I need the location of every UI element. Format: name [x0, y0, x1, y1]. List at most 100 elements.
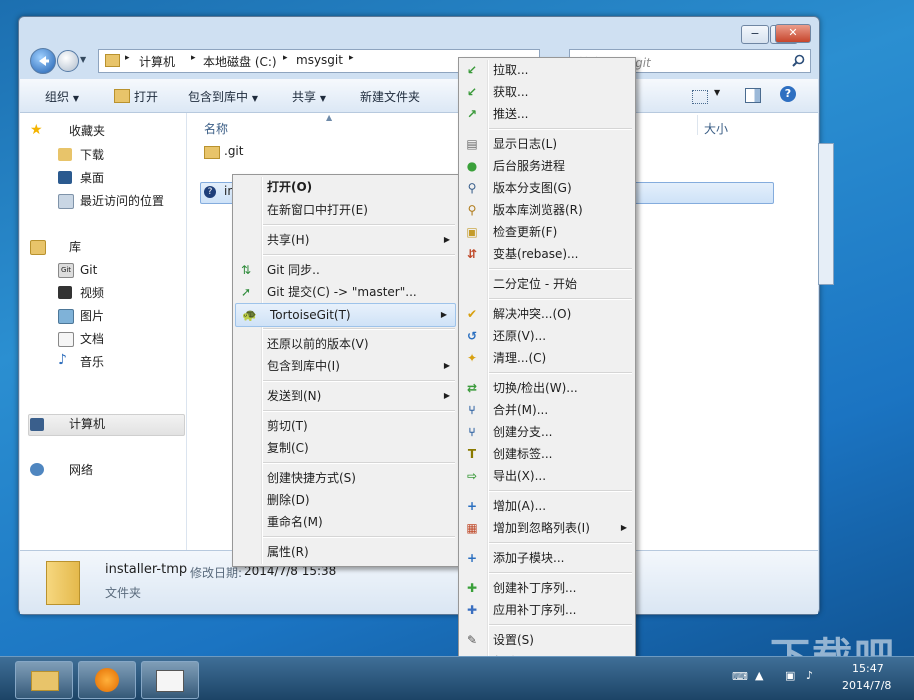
- view-options-dropdown-icon[interactable]: ▼: [714, 88, 720, 97]
- context-menu-item[interactable]: 复制(C): [233, 437, 458, 459]
- tortoisegit-menu-item[interactable]: ✔ 解决冲突...(O): [459, 303, 635, 325]
- nav-music[interactable]: 音乐: [80, 353, 104, 371]
- taskbar-media-player-button[interactable]: [78, 661, 136, 699]
- nav-git[interactable]: Git: [80, 261, 97, 279]
- context-menu-item-label: 剪切(T): [267, 419, 308, 433]
- minimize-button[interactable]: −: [741, 25, 769, 44]
- help-icon[interactable]: ?: [780, 86, 796, 102]
- tortoisegit-menu-item-label: 检查更新(F): [493, 225, 558, 239]
- taskbar-window-button[interactable]: [141, 661, 199, 699]
- menu-separator: [489, 128, 632, 130]
- column-header-size[interactable]: 大小: [704, 120, 728, 137]
- tortoisegit-menu-item[interactable]: ✚ 应用补丁序列...: [459, 599, 635, 621]
- nav-favorites[interactable]: 收藏夹: [69, 122, 105, 140]
- tortoisegit-menu-item[interactable]: 二分定位 - 开始: [459, 273, 635, 295]
- new-folder-button[interactable]: 新建文件夹: [360, 89, 420, 105]
- column-header-name[interactable]: 名称: [204, 120, 228, 137]
- context-menu-item[interactable]: 重命名(M): [233, 511, 458, 533]
- check-updates-icon: ▣: [466, 225, 478, 239]
- tortoisegit-menu-item[interactable]: ⚲ 版本库浏览器(R): [459, 199, 635, 221]
- recent-pages-dropdown-icon[interactable]: ▼: [80, 55, 86, 64]
- context-menu-item[interactable]: 属性(R): [233, 541, 458, 563]
- organize-button[interactable]: 组织 ▼: [45, 89, 79, 105]
- tortoisegit-menu-item[interactable]: ↗ 推送...: [459, 103, 635, 125]
- context-menu-item[interactable]: 打开(O): [233, 176, 458, 198]
- tray-date[interactable]: 2014/7/8: [842, 679, 891, 692]
- tortoisegit-menu-item[interactable]: ⇵ 变基(rebase)...: [459, 243, 635, 265]
- breadcrumb-separator: ▸: [191, 53, 196, 63]
- tortoisegit-menu-item[interactable]: ● 后台服务进程: [459, 155, 635, 177]
- context-menu-item[interactable]: 🐢 TortoiseGit(T) ▶: [235, 303, 456, 327]
- nav-computer[interactable]: 计算机: [69, 415, 105, 433]
- rebase-icon: ⇵: [466, 247, 478, 261]
- context-menu-item[interactable]: 在新窗口中打开(E): [233, 199, 458, 221]
- search-icon[interactable]: [792, 54, 805, 67]
- settings-icon: ✎: [466, 633, 478, 647]
- context-menu-item[interactable]: 剪切(T): [233, 415, 458, 437]
- volume-icon[interactable]: ♪: [806, 669, 813, 682]
- nav-downloads[interactable]: 下载: [80, 146, 104, 164]
- show-hidden-icons-icon[interactable]: ▲: [755, 669, 763, 682]
- keyboard-icon[interactable]: ⌨: [732, 670, 748, 683]
- tortoisegit-menu-item[interactable]: ✚ 创建补丁序列...: [459, 577, 635, 599]
- nav-documents[interactable]: 文档: [80, 330, 104, 348]
- tortoisegit-menu-item[interactable]: + 添加子模块...: [459, 547, 635, 569]
- context-menu-item[interactable]: ⇅ Git 同步..: [233, 259, 458, 281]
- nav-network[interactable]: 网络: [69, 461, 93, 479]
- context-menu-item[interactable]: 还原以前的版本(V): [233, 333, 458, 355]
- breadcrumb-msysgit[interactable]: msysgit: [296, 53, 343, 67]
- tortoisegit-menu-item[interactable]: ⑂ 合并(M)...: [459, 399, 635, 421]
- share-button[interactable]: 共享 ▼: [292, 89, 326, 105]
- view-options-icon[interactable]: [692, 90, 708, 104]
- documents-icon: [58, 332, 74, 347]
- tortoisegit-menu-item[interactable]: T 创建标签...: [459, 443, 635, 465]
- preview-pane-icon[interactable]: [745, 88, 761, 103]
- tray-time[interactable]: 15:47: [852, 662, 884, 675]
- tortoisegit-menu-item[interactable]: ↺ 还原(V)...: [459, 325, 635, 347]
- tortoisegit-menu-item[interactable]: ▦ 增加到忽略列表(I) ▶: [459, 517, 635, 539]
- tortoisegit-menu-item[interactable]: + 增加(A)...: [459, 495, 635, 517]
- open-button[interactable]: 打开: [134, 89, 158, 105]
- tortoisegit-menu-item[interactable]: ▣ 检查更新(F): [459, 221, 635, 243]
- context-menu-item[interactable]: ➚ Git 提交(C) -> "master"...: [233, 281, 458, 303]
- forward-button[interactable]: [57, 50, 79, 72]
- apply-patch-icon: ✚: [466, 603, 478, 617]
- tortoisegit-menu-item[interactable]: ▤ 显示日志(L): [459, 133, 635, 155]
- context-menu-item[interactable]: 创建快捷方式(S): [233, 467, 458, 489]
- merge-icon: ⑂: [468, 403, 476, 417]
- context-menu-item-label: Git 提交(C) -> "master"...: [267, 285, 417, 299]
- tortoisegit-menu-item[interactable]: ⚲ 版本分支图(G): [459, 177, 635, 199]
- context-menu-item[interactable]: 发送到(N) ▶: [233, 385, 458, 407]
- tortoisegit-menu-item[interactable]: ↙ 拉取...: [459, 59, 635, 81]
- videos-icon: [58, 286, 72, 299]
- tortoisegit-menu-item[interactable]: ✎ 设置(S): [459, 629, 635, 651]
- close-button[interactable]: ✕: [775, 24, 811, 43]
- context-menu-item[interactable]: 共享(H) ▶: [233, 229, 458, 251]
- context-menu-item[interactable]: 包含到库中(I) ▶: [233, 355, 458, 377]
- nav-pictures[interactable]: 图片: [80, 307, 104, 325]
- tortoisegit-menu-item[interactable]: ⇨ 导出(X)...: [459, 465, 635, 487]
- network-tray-icon[interactable]: ▣: [785, 669, 795, 682]
- tortoisegit-menu-item[interactable]: ↙ 获取...: [459, 81, 635, 103]
- git-library-icon: Git: [58, 263, 74, 278]
- nav-libraries[interactable]: 库: [69, 238, 81, 256]
- nav-videos[interactable]: 视频: [80, 284, 104, 302]
- tortoisegit-menu-item[interactable]: ✦ 清理...(C): [459, 347, 635, 369]
- nav-desktop[interactable]: 桌面: [80, 169, 104, 187]
- menu-separator: [489, 542, 632, 544]
- menu-separator: [263, 462, 455, 464]
- breadcrumb-computer[interactable]: 计算机: [139, 53, 175, 70]
- include-in-library-button[interactable]: 包含到库中 ▼: [188, 89, 258, 105]
- nav-recent-places[interactable]: 最近访问的位置: [80, 192, 164, 210]
- context-menu-item-label: 创建快捷方式(S): [267, 471, 356, 485]
- context-menu-item[interactable]: 删除(D): [233, 489, 458, 511]
- tortoisegit-menu-item-label: 创建分支...: [493, 425, 553, 439]
- file-item-git[interactable]: .git: [224, 144, 243, 158]
- back-button[interactable]: [30, 48, 56, 74]
- nav-computer-selected[interactable]: [28, 414, 185, 436]
- tortoisegit-menu-item[interactable]: ⇄ 切换/检出(W)...: [459, 377, 635, 399]
- tortoisegit-submenu: ↙ 拉取... ↙ 获取... ↗ 推送... ▤ 显示日志(L) ● 后台服务进程 ⚲ 版本分支图(…: [458, 57, 636, 698]
- tortoisegit-menu-item[interactable]: ⑂ 创建分支...: [459, 421, 635, 443]
- breadcrumb-local-disk[interactable]: 本地磁盘 (C:): [203, 53, 277, 70]
- taskbar-explorer-button[interactable]: [15, 661, 73, 699]
